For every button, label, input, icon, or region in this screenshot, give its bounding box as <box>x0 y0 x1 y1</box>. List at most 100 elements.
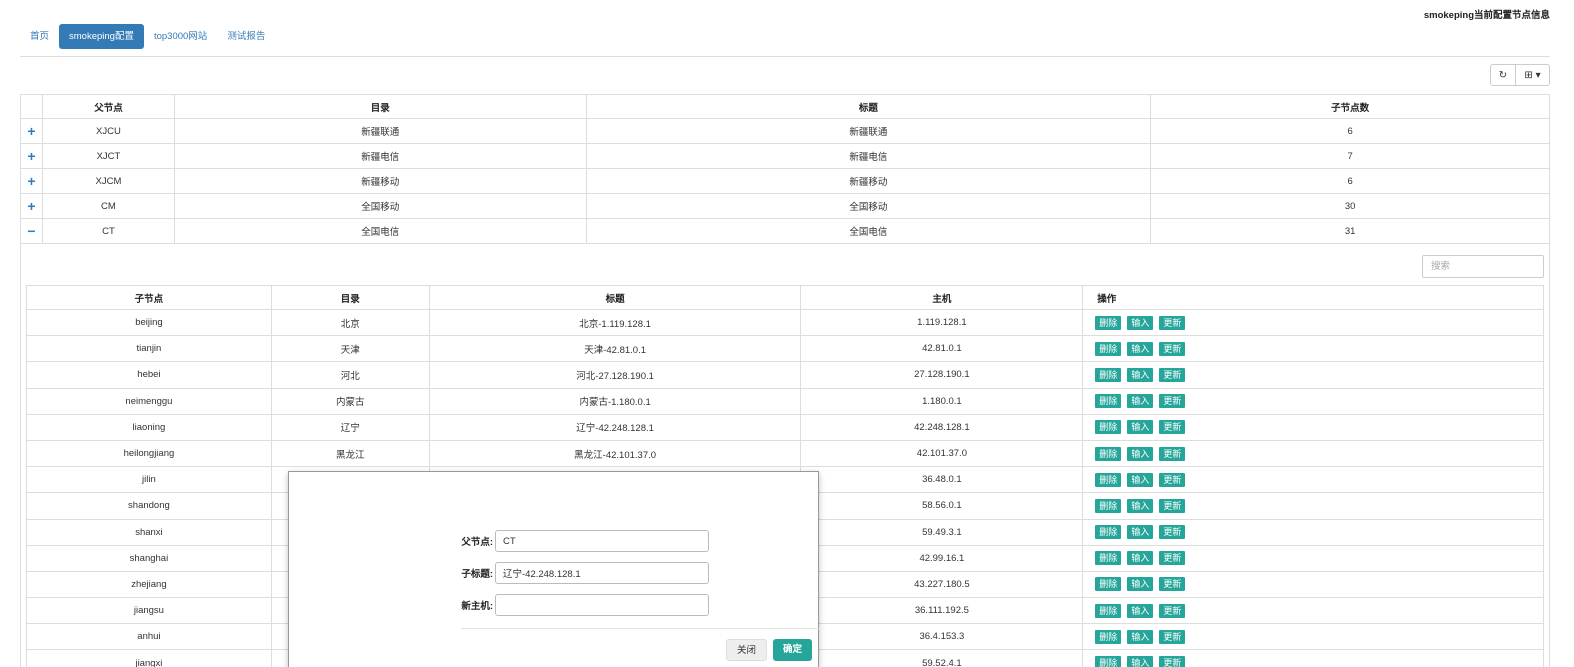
search-input[interactable] <box>1422 255 1544 278</box>
tab-home[interactable]: 首页 <box>20 24 59 49</box>
delete-button[interactable]: 删除 <box>1095 446 1122 461</box>
input-button[interactable]: 输入 <box>1127 656 1154 667</box>
delete-button[interactable]: 删除 <box>1095 341 1122 356</box>
child-cell: beijing <box>26 308 272 337</box>
parent-cell: XJCU <box>41 118 175 144</box>
update-button[interactable]: 更新 <box>1159 551 1186 566</box>
update-button[interactable]: 更新 <box>1159 446 1186 461</box>
title-cell: 新疆联通 <box>585 118 1152 144</box>
title-cell: 辽宁-42.248.128.1 <box>428 413 802 441</box>
update-button[interactable]: 更新 <box>1159 341 1186 356</box>
expand-toggle[interactable]: + <box>20 193 43 219</box>
input-button[interactable]: 输入 <box>1127 603 1154 618</box>
col-host: 主机 <box>800 285 1084 310</box>
parent-node-table: 父节点 目录 标题 子节点数 + XJCU 新疆联通 新疆联通 6 + XJCT 新疆电信 新疆… <box>20 94 1550 244</box>
page-header-title: smokeping当前配置节点信息 <box>1423 10 1550 21</box>
grid-icon: ⊞ ▾ <box>1524 69 1541 81</box>
expand-icon: − <box>27 222 36 239</box>
expand-toggle[interactable]: + <box>20 168 43 194</box>
update-button[interactable]: 更新 <box>1159 629 1186 644</box>
table-row: beijing 北京 北京-1.119.128.1 1.119.128.1 删除 输入 更新 <box>26 308 1544 337</box>
actions-cell: 删除 输入 更新 <box>1082 623 1544 651</box>
actions-cell: 删除 输入 更新 <box>1082 387 1544 415</box>
expand-toggle[interactable]: − <box>20 218 43 244</box>
table-row: liaoning 辽宁 辽宁-42.248.128.1 42.248.128.1 删除输… <box>26 413 1544 441</box>
table-row: heilongjiang 黑龙江 黑龙江-42.101.37.0 42.101.37.… <box>26 439 1544 468</box>
input-button[interactable]: 输入 <box>1127 629 1154 644</box>
update-button[interactable]: 更新 <box>1159 367 1186 382</box>
delete-button[interactable]: 删除 <box>1095 656 1122 667</box>
refresh-button[interactable]: ↻ <box>1490 64 1516 86</box>
tab-top3000[interactable]: top3000网站 <box>144 24 217 49</box>
col-dir: 目录 <box>270 285 430 310</box>
input-button[interactable]: 输入 <box>1127 577 1154 592</box>
expand-toggle[interactable]: + <box>20 143 43 169</box>
count-cell: 31 <box>1150 218 1550 244</box>
update-button[interactable]: 更新 <box>1159 420 1186 435</box>
columns-toggle-button[interactable]: ⊞ ▾ <box>1516 64 1550 86</box>
input-button[interactable]: 输入 <box>1127 394 1154 409</box>
actions-cell: 删除 输入 更新 <box>1082 308 1544 337</box>
title-cell: 黑龙江-42.101.37.0 <box>428 439 802 468</box>
expand-icon: + <box>27 197 36 214</box>
dir-cell: 新疆移动 <box>173 168 587 194</box>
host-cell: 42.101.37.0 <box>800 439 1084 468</box>
input-button[interactable]: 输入 <box>1127 446 1154 461</box>
delete-button[interactable]: 删除 <box>1095 603 1122 618</box>
host-cell: 42.81.0.1 <box>800 335 1084 363</box>
actions-cell: 删除 输入 更新 <box>1082 518 1544 546</box>
update-button[interactable]: 更新 <box>1159 498 1186 513</box>
input-button[interactable]: 输入 <box>1127 315 1154 330</box>
input-button[interactable]: 输入 <box>1127 341 1154 356</box>
count-cell: 6 <box>1150 168 1550 194</box>
update-button[interactable]: 更新 <box>1159 525 1186 540</box>
update-button[interactable]: 更新 <box>1159 656 1186 667</box>
delete-button[interactable]: 删除 <box>1095 472 1122 487</box>
input-button[interactable]: 输入 <box>1127 498 1154 513</box>
expand-toggle[interactable]: + <box>20 118 43 144</box>
count-cell: 6 <box>1150 118 1550 144</box>
dir-cell: 黑龙江 <box>270 439 430 468</box>
dir-cell: 全国移动 <box>173 193 587 219</box>
dir-cell: 辽宁 <box>270 413 430 441</box>
dir-cell: 新疆联通 <box>173 118 587 144</box>
delete-button[interactable]: 删除 <box>1095 498 1122 513</box>
child-cell: hebei <box>26 361 272 389</box>
host-cell: 59.49.3.1 <box>800 518 1084 546</box>
input-button[interactable]: 输入 <box>1127 367 1154 382</box>
host-cell: 42.99.16.1 <box>800 544 1084 572</box>
col-child-count: 子节点数 <box>1150 94 1550 119</box>
host-cell: 36.4.153.3 <box>800 623 1084 651</box>
tab-test-report[interactable]: 测试报告 <box>217 24 275 49</box>
delete-button[interactable]: 删除 <box>1095 367 1122 382</box>
host-field-row: 新主机: <box>439 594 709 616</box>
input-button[interactable]: 输入 <box>1127 420 1154 435</box>
new-host-field[interactable] <box>495 594 709 616</box>
parent-field[interactable] <box>495 530 709 552</box>
actions-cell: 删除 输入 更新 <box>1082 492 1544 520</box>
delete-button[interactable]: 删除 <box>1095 551 1122 566</box>
input-button[interactable]: 输入 <box>1127 472 1154 487</box>
update-button[interactable]: 更新 <box>1159 315 1186 330</box>
dir-cell: 内蒙古 <box>270 387 430 415</box>
expand-icon: + <box>27 172 36 189</box>
tab-smokeping-config[interactable]: smokeping配置 <box>59 24 144 49</box>
parent-field-row: 父节点: <box>439 530 709 552</box>
update-button[interactable]: 更新 <box>1159 603 1186 618</box>
update-button[interactable]: 更新 <box>1159 472 1186 487</box>
close-button[interactable]: 关闭 <box>726 639 768 661</box>
child-cell: shanxi <box>26 518 272 546</box>
input-button[interactable]: 输入 <box>1127 525 1154 540</box>
update-button[interactable]: 更新 <box>1159 577 1186 592</box>
delete-button[interactable]: 删除 <box>1095 420 1122 435</box>
input-button[interactable]: 输入 <box>1127 551 1154 566</box>
update-button[interactable]: 更新 <box>1159 394 1186 409</box>
delete-button[interactable]: 删除 <box>1095 525 1122 540</box>
delete-button[interactable]: 删除 <box>1095 315 1122 330</box>
subtitle-field[interactable] <box>495 562 709 584</box>
col-child: 子节点 <box>26 285 272 310</box>
delete-button[interactable]: 删除 <box>1095 629 1122 644</box>
delete-button[interactable]: 删除 <box>1095 394 1122 409</box>
confirm-button[interactable]: 确定 <box>773 639 813 661</box>
delete-button[interactable]: 删除 <box>1095 577 1122 592</box>
